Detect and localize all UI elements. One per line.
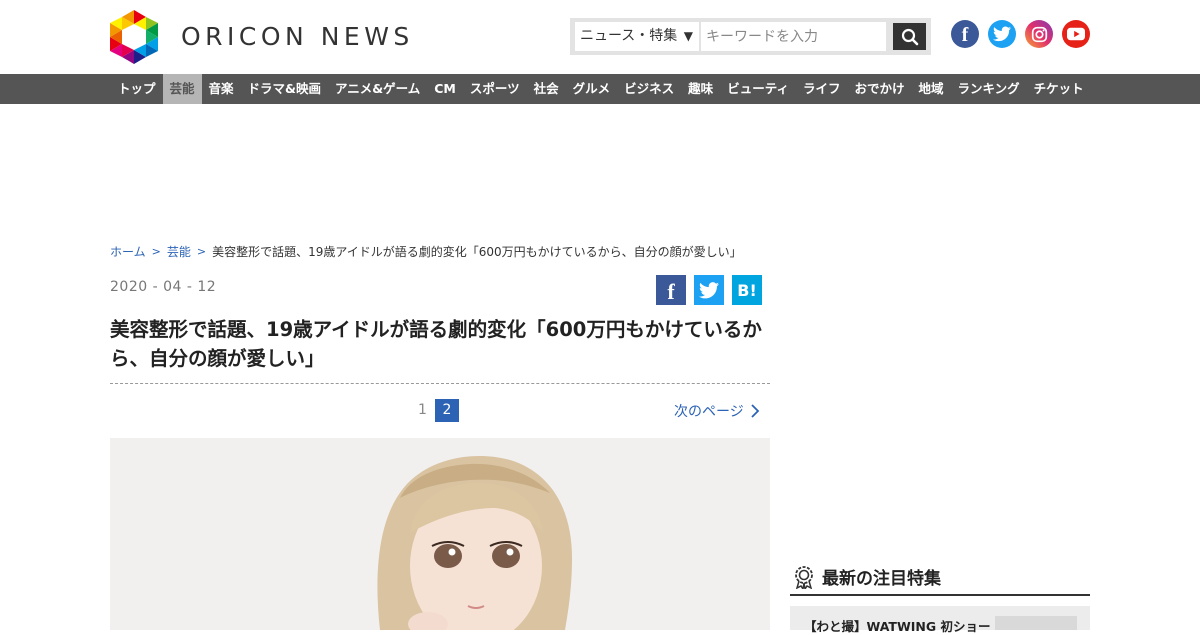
nav-item[interactable]: アニメ&ゲーム: [328, 74, 427, 104]
featured-divider: [790, 594, 1090, 596]
nav-item[interactable]: ドラマ&映画: [241, 74, 328, 104]
featured-item[interactable]: 【わと撮】WATWING 初ショー: [790, 606, 1090, 634]
site-header: ORICON NEWS ニュース・特集 ▼ f: [0, 0, 1200, 74]
search-category-label: ニュース・特集: [580, 28, 678, 44]
nav-item[interactable]: ライフ: [796, 74, 848, 104]
facebook-icon[interactable]: f: [951, 20, 979, 48]
nav-item[interactable]: グルメ: [566, 74, 618, 104]
share-twitter-button[interactable]: [694, 275, 724, 305]
nav-item[interactable]: おでかけ: [847, 74, 911, 104]
share-facebook-button[interactable]: f: [656, 275, 686, 305]
nav-item[interactable]: 地域: [911, 74, 950, 104]
article-photo-image: [110, 438, 770, 630]
search-button[interactable]: [893, 23, 926, 50]
nav-item[interactable]: ビジネス: [617, 74, 681, 104]
next-page-label: 次のページ: [674, 404, 744, 420]
nav-item[interactable]: トップ: [111, 74, 163, 104]
twitter-bird-glyph: [993, 26, 1011, 42]
youtube-play-glyph: [1067, 27, 1085, 41]
featured-section-title: 最新の注目特集: [792, 564, 941, 589]
article-title: 美容整形で話題、19歳アイドルが語る劇的変化「600万円もかけているから、自分の…: [110, 318, 762, 370]
search-category-select[interactable]: ニュース・特集 ▼: [575, 22, 699, 51]
logo-wordmark[interactable]: ORICON NEWS: [181, 22, 414, 51]
global-nav-items: トップ 芸能 音楽 ドラマ&映画 アニメ&ゲーム CM スポーツ 社会 グルメ ビジネス 趣味 ビュー…: [111, 74, 1091, 104]
article-date: 2020 - 04 - 12: [110, 279, 217, 295]
chevron-right-icon: [751, 404, 760, 418]
nav-item[interactable]: ビューティ: [720, 74, 796, 104]
nav-item[interactable]: 音楽: [202, 74, 241, 104]
award-badge-icon: [795, 565, 813, 589]
instagram-icon[interactable]: [1025, 20, 1053, 48]
nav-item[interactable]: ランキング: [951, 74, 1027, 104]
pagination-page-2[interactable]: 2: [435, 399, 459, 422]
search-bar: ニュース・特集 ▼: [570, 18, 931, 55]
featured-item-title: 【わと撮】WATWING 初ショー: [804, 619, 991, 634]
youtube-icon[interactable]: [1062, 20, 1090, 48]
nav-item[interactable]: CM: [427, 74, 463, 104]
oricon-logo-icon[interactable]: [110, 10, 158, 64]
featured-title-label: 最新の注目特集: [822, 569, 941, 589]
breadcrumb-category[interactable]: 芸能: [167, 243, 191, 260]
title-divider: [110, 383, 770, 384]
hatena-bookmark-icon: B!: [737, 280, 757, 300]
breadcrumb-home[interactable]: ホーム: [110, 243, 146, 260]
pagination-page-1[interactable]: 1: [418, 402, 427, 418]
chevron-right-icon: >: [196, 245, 207, 258]
twitter-share-icon: [699, 281, 719, 298]
next-page-link[interactable]: 次のページ: [674, 401, 760, 421]
nav-item[interactable]: 芸能: [162, 74, 202, 104]
twitter-icon[interactable]: [988, 20, 1016, 48]
nav-item[interactable]: スポーツ: [463, 74, 527, 104]
share-hatena-button[interactable]: B!: [732, 275, 762, 305]
nav-item[interactable]: 趣味: [681, 74, 720, 104]
nav-item[interactable]: チケット: [1027, 74, 1091, 104]
global-nav: トップ 芸能 音楽 ドラマ&映画 アニメ&ゲーム CM スポーツ 社会 グルメ ビジネス 趣味 ビュー…: [0, 74, 1200, 104]
breadcrumb-current: 美容整形で話題、19歳アイドルが語る劇的変化「600万円もかけているから、自分の…: [212, 245, 742, 259]
search-input[interactable]: [701, 22, 886, 51]
article-photo[interactable]: [110, 438, 770, 630]
breadcrumb: ホーム > 芸能 > 美容整形で話題、19歳アイドルが語る劇的変化「600万円も…: [110, 243, 742, 260]
caret-down-icon: ▼: [683, 29, 693, 43]
nav-item[interactable]: 社会: [527, 74, 566, 104]
featured-item-thumbnail: [995, 616, 1077, 630]
instagram-camera-glyph: [1031, 26, 1047, 42]
chevron-right-icon: >: [151, 245, 161, 258]
search-icon: [901, 28, 918, 45]
facebook-share-icon: f: [667, 279, 675, 304]
